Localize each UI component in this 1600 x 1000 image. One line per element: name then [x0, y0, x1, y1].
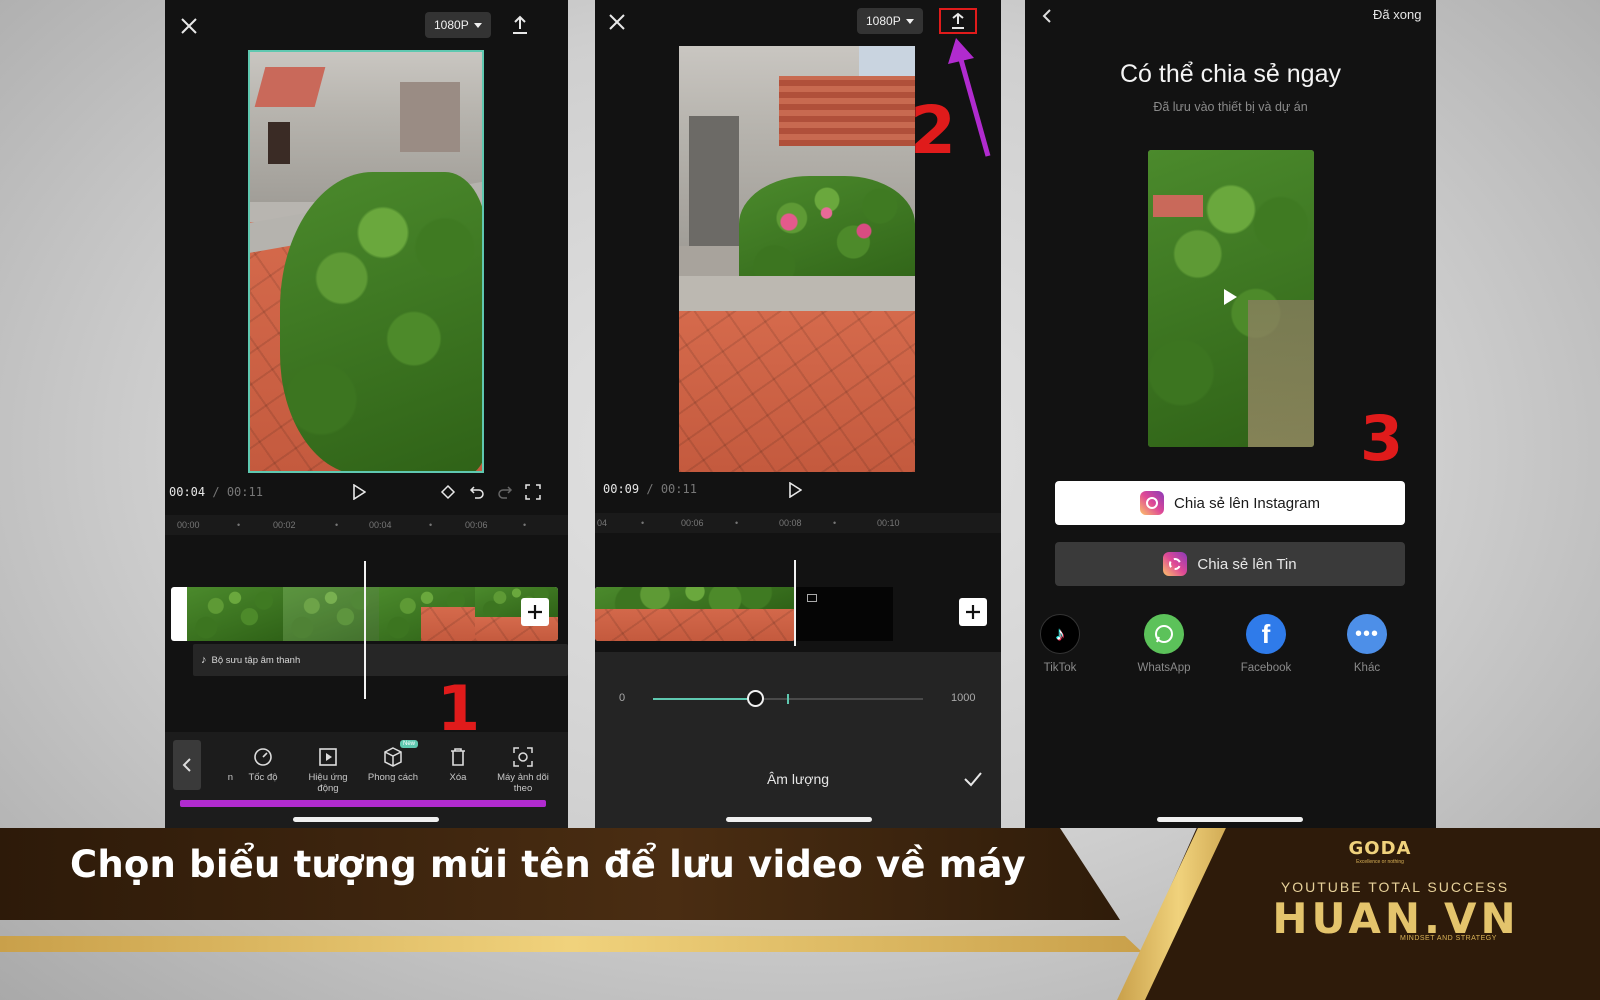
playback-time: 00:09 / 00:11	[603, 482, 697, 496]
timeline-ruler: 00:00 • 00:02 • 00:04 • 00:06 •	[165, 515, 568, 535]
video-clip-track[interactable]	[595, 587, 795, 641]
home-indicator	[726, 817, 872, 822]
close-icon[interactable]	[177, 14, 201, 38]
tool-label: Máy ảnh dõi theo	[497, 772, 549, 794]
share-screen: Đã xong Có thể chia sẻ ngay Đã lưu vào t…	[1025, 0, 1436, 828]
app-label: WhatsApp	[1137, 662, 1191, 674]
instagram-icon	[1140, 491, 1165, 515]
editor-screen: 1080P 00:04 / 00:11 00:00 • 00:02 • 00:0…	[165, 0, 568, 828]
tool-label: Xóa	[449, 772, 467, 783]
video-preview[interactable]	[248, 50, 484, 473]
export-icon[interactable]	[939, 8, 977, 34]
share-instagram-label: Chia sẻ lên Instagram	[1174, 494, 1320, 512]
audio-track[interactable]: ♪ Bộ sưu tập âm thanh	[193, 644, 568, 676]
done-button[interactable]: Đã xong	[1373, 7, 1421, 22]
home-indicator	[293, 817, 439, 822]
fullscreen-icon[interactable]	[523, 482, 543, 502]
timeline-ruler: 04 • 00:06 • 00:08 • 00:10	[595, 513, 1001, 533]
volume-title: Âm lượng	[766, 771, 830, 787]
tool-speed[interactable]: Tốc độ	[232, 746, 294, 783]
app-label: Facebook	[1240, 662, 1292, 674]
tiktok-icon: ♪	[1040, 614, 1080, 654]
tool-camera-tracking[interactable]: Máy ảnh dõi theo	[492, 746, 554, 794]
speed-icon	[254, 748, 272, 766]
share-app-facebook[interactable]: f Facebook	[1231, 614, 1301, 674]
share-instagram-button[interactable]: Chia sẻ lên Instagram	[1055, 481, 1405, 525]
volume-max-label: 1000	[951, 692, 976, 704]
cube-icon	[384, 747, 402, 767]
tool-delete[interactable]: Xóa	[427, 746, 489, 783]
volume-default-tick	[787, 694, 789, 704]
tool-label: Tốc độ	[248, 772, 278, 783]
home-indicator	[1157, 817, 1303, 822]
share-app-tiktok[interactable]: ♪ TikTok	[1025, 614, 1095, 674]
tool-label: Phong cách	[367, 772, 419, 783]
whatsapp-icon	[1144, 614, 1184, 654]
brand-top-text: YOUTUBE TOTAL SUCCESS	[1280, 879, 1510, 895]
animation-icon	[319, 748, 337, 766]
playback-time: 00:04 / 00:11	[169, 485, 263, 499]
redo-icon[interactable]	[495, 482, 515, 502]
audio-track-label: Bộ sưu tập âm thanh	[211, 654, 301, 666]
volume-slider-fill	[653, 698, 756, 700]
playhead[interactable]	[364, 561, 366, 699]
app-label: Khác	[1353, 662, 1381, 674]
resolution-selector[interactable]: 1080P	[857, 8, 923, 34]
play-icon[interactable]	[785, 480, 805, 500]
add-clip-button[interactable]	[959, 598, 987, 626]
music-note-icon: ♪	[201, 654, 207, 666]
tool-animation[interactable]: Hiệu ứng động	[297, 746, 359, 794]
more-icon: •••	[1347, 614, 1387, 654]
instagram-story-icon	[1163, 552, 1188, 576]
share-title: Có thể chia sẻ ngay	[1120, 60, 1341, 88]
tool-label: Hiệu ứng động	[308, 772, 348, 794]
trash-icon	[451, 748, 465, 766]
facebook-icon: f	[1246, 614, 1286, 654]
clip-marker-icon	[807, 594, 817, 602]
back-chevron-icon[interactable]	[1037, 6, 1057, 26]
share-subtitle: Đã lưu vào thiết bị và dự án	[1153, 100, 1308, 114]
share-story-label: Chia sẻ lên Tin	[1197, 555, 1297, 573]
volume-panel	[595, 652, 1001, 828]
export-icon[interactable]	[507, 12, 533, 38]
step-number-3: 3	[1360, 402, 1404, 475]
app-label: TikTok	[1043, 662, 1077, 674]
close-icon[interactable]	[605, 10, 629, 34]
tool-style[interactable]: New Phong cách	[362, 740, 424, 783]
step-number-2: 2	[910, 92, 956, 169]
volume-screen: 1080P 2 00:09 / 00:11 04 • 00:06 • 00:08…	[595, 0, 1001, 828]
tool-partial[interactable]: n	[177, 746, 239, 783]
new-badge: New	[400, 740, 419, 748]
share-app-more[interactable]: ••• Khác	[1332, 614, 1402, 674]
undo-icon[interactable]	[467, 482, 487, 502]
toolbar-highlight-underline	[180, 800, 546, 807]
video-thumbnail[interactable]	[1148, 150, 1314, 447]
camera-tracking-icon	[513, 747, 533, 767]
caption-banner: Chọn biểu tượng mũi tên để lưu video về …	[0, 828, 1600, 1000]
play-icon[interactable]	[1224, 289, 1237, 305]
share-app-whatsapp[interactable]: WhatsApp	[1129, 614, 1199, 674]
add-clip-button[interactable]	[521, 598, 549, 626]
resolution-label: 1080P	[434, 18, 469, 32]
video-preview[interactable]	[679, 46, 915, 472]
share-story-button[interactable]: Chia sẻ lên Tin	[1055, 542, 1405, 586]
play-icon[interactable]	[349, 482, 369, 502]
goda-logo: GODA Excellence or nothing	[1348, 838, 1412, 865]
playhead[interactable]	[794, 560, 796, 646]
caption-text: Chọn biểu tượng mũi tên để lưu video về …	[70, 843, 1026, 886]
resolution-label: 1080P	[866, 14, 901, 28]
brand-sub-text: MINDSET AND STRATEGY	[1400, 935, 1497, 942]
resolution-selector[interactable]: 1080P	[425, 12, 491, 38]
keyframe-icon[interactable]	[438, 482, 458, 502]
volume-min-label: 0	[619, 692, 626, 704]
confirm-check-icon[interactable]	[961, 768, 985, 790]
